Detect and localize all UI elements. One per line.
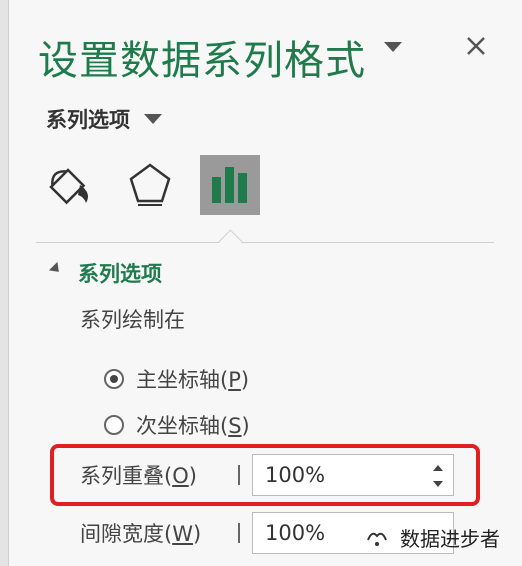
pane-resize-edge[interactable] (0, 0, 9, 566)
radio-primary-axis[interactable]: 主坐标轴(P) (104, 364, 249, 394)
pentagon-icon (129, 163, 171, 206)
radio-primary-axis-label: 主坐标轴(P) (136, 368, 250, 392)
pane-options-caret-icon[interactable] (384, 42, 402, 52)
watermark: 数据进步者 (362, 522, 500, 552)
watermark-text: 数据进步者 (400, 526, 500, 551)
radio-button-unchecked[interactable] (104, 415, 124, 435)
watermark-logo-icon (367, 532, 387, 546)
radio-button-checked[interactable] (104, 369, 124, 389)
close-button[interactable] (460, 30, 492, 62)
section-header-series-options[interactable]: 系列选项 (78, 258, 162, 288)
slider-handle[interactable] (238, 523, 240, 543)
tab-effects[interactable] (120, 155, 180, 215)
format-data-series-pane: 设置数据系列格式 系列选项 系列选项 系列绘制在 主坐标轴(P) 次坐标轴(S)… (0, 0, 522, 566)
tab-series-options[interactable] (200, 155, 260, 215)
radio-secondary-axis-label: 次坐标轴(S) (136, 414, 250, 438)
collapse-triangle-icon[interactable] (48, 261, 64, 277)
series-options-dropdown[interactable]: 系列选项 (46, 104, 162, 134)
paint-bucket-icon (49, 168, 88, 205)
series-options-dropdown-label: 系列选项 (46, 108, 130, 132)
close-icon (467, 37, 485, 55)
gap-width-label: 间隙宽度(W) (80, 522, 202, 546)
section-divider (36, 242, 494, 243)
chevron-down-icon (144, 114, 162, 124)
gap-width-value: 100% (265, 521, 326, 545)
tab-fill-line[interactable] (40, 155, 100, 215)
bar-chart-icon (212, 167, 247, 203)
active-tab-pointer (218, 229, 243, 254)
pane-title: 设置数据系列格式 (38, 38, 366, 84)
plot-series-on-label: 系列绘制在 (80, 308, 185, 332)
highlight-annotation (50, 444, 480, 506)
radio-secondary-axis[interactable]: 次坐标轴(S) (104, 410, 250, 440)
